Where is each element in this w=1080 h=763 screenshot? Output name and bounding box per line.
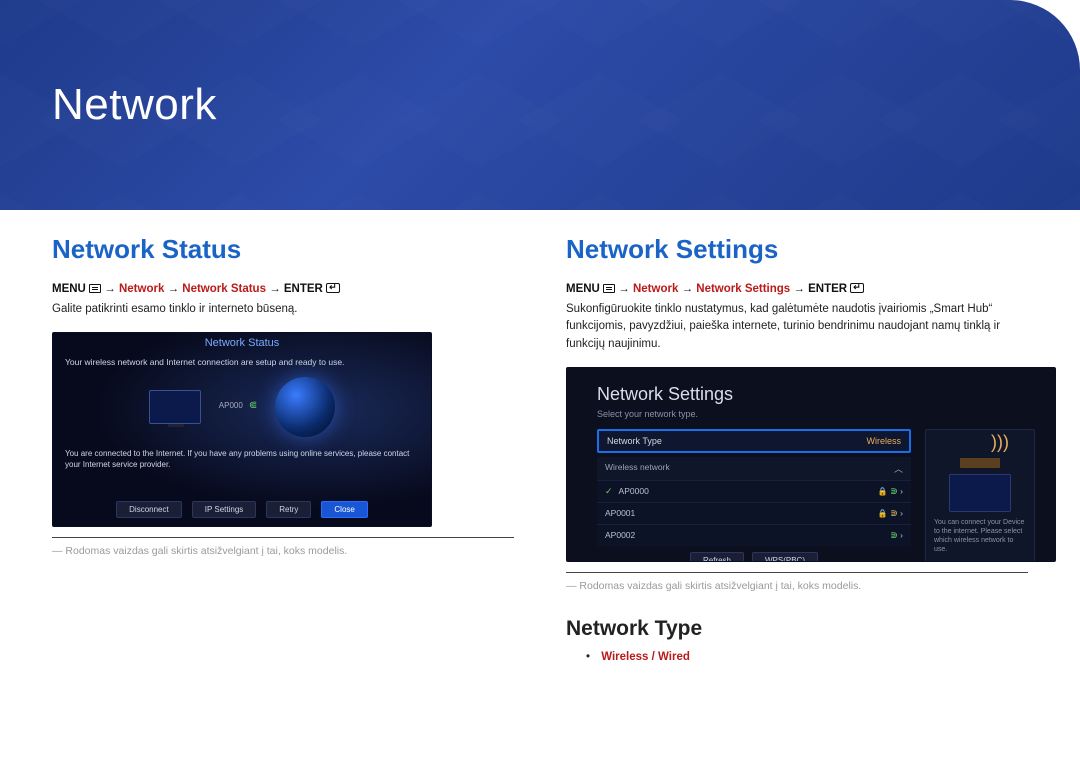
status-description: Galite patikrinti esamo tinklo ir intern…	[52, 301, 514, 318]
mock-settings-sub: Select your network type.	[597, 409, 1035, 419]
crumb-network-settings: Network Settings	[696, 283, 790, 295]
network-status-section: Network Status MENU → Network → Network …	[52, 234, 514, 663]
mock-status-msg2: You are connected to the Internet. If yo…	[53, 443, 431, 476]
network-settings-section: Network Settings MENU → Network → Networ…	[566, 234, 1028, 663]
wps-button[interactable]: WPS(PBC)	[752, 552, 818, 562]
chevron-right-icon: ›	[900, 486, 903, 496]
menu-label: MENU	[566, 283, 600, 295]
mock-status-title: Network Status	[53, 333, 431, 349]
section-heading-settings: Network Settings	[566, 234, 1028, 265]
breadcrumb-settings: MENU → Network → Network Settings → ENTE…	[566, 283, 1028, 295]
network-settings-screenshot: Network Settings Select your network typ…	[566, 367, 1056, 562]
disconnect-button[interactable]: Disconnect	[116, 501, 182, 518]
refresh-button[interactable]: Refresh	[690, 552, 744, 562]
divider	[52, 537, 514, 538]
chapter-title: Network	[52, 80, 1080, 130]
settings-description: Sukonfigūruokite tinklo nustatymus, kad …	[566, 301, 1028, 353]
chevron-up-icon[interactable]: ︿	[894, 462, 903, 475]
wifi-icon: ⋑	[890, 530, 898, 540]
option-wireless: Wireless	[601, 651, 648, 663]
network-type-heading: Network Type	[566, 617, 1028, 641]
tv-icon	[949, 474, 1011, 512]
option-wired: Wired	[658, 651, 690, 663]
check-icon: ✓	[605, 486, 613, 497]
close-button[interactable]: Close	[321, 501, 367, 518]
menu-icon	[89, 284, 101, 293]
globe-icon	[275, 377, 335, 437]
divider	[566, 572, 1028, 573]
wifi-row[interactable]: AP0001 🔒 ⋑ ›	[597, 502, 911, 524]
lock-icon: 🔒	[878, 509, 888, 518]
crumb-network: Network	[633, 283, 678, 295]
mock-settings-title: Network Settings	[597, 384, 1035, 405]
network-status-screenshot: Network Status Your wireless network and…	[52, 332, 432, 527]
retry-button[interactable]: Retry	[266, 501, 311, 518]
wifi-row[interactable]: AP0002 ⋑ ›	[597, 524, 911, 546]
wifi-icon: ⋑	[890, 508, 898, 518]
mock-ap-label: AP000	[219, 401, 243, 410]
network-type-options: • Wireless / Wired	[566, 651, 1028, 663]
ntype-value: Wireless	[866, 436, 901, 446]
page-content: Network Status MENU → Network → Network …	[0, 210, 1080, 663]
menu-label: MENU	[52, 283, 86, 295]
wireless-list-header: Wireless network ︿	[597, 457, 911, 480]
router-icon: )))	[955, 438, 1005, 468]
enter-label: ENTER	[808, 283, 847, 295]
network-type-selector[interactable]: Network Type Wireless	[597, 429, 911, 453]
enter-label: ENTER	[284, 283, 323, 295]
chevron-right-icon: ›	[900, 508, 903, 518]
ip-settings-button[interactable]: IP Settings	[192, 501, 257, 518]
chapter-banner: Network	[0, 0, 1080, 210]
mock-status-msg1: Your wireless network and Internet conne…	[53, 349, 431, 367]
section-heading-status: Network Status	[52, 234, 514, 265]
side-text: You can connect your Device to the inter…	[934, 518, 1026, 554]
wifi-icon: ⋑	[890, 486, 898, 496]
ntype-label: Network Type	[607, 436, 662, 446]
breadcrumb-status: MENU → Network → Network Status → ENTER	[52, 283, 514, 295]
menu-icon	[603, 284, 615, 293]
side-info-card: ))) You can connect your Device to the i…	[925, 429, 1035, 562]
crumb-network: Network	[119, 283, 164, 295]
enter-icon	[850, 283, 864, 293]
crumb-network-status: Network Status	[182, 283, 266, 295]
status-footnote: ― Rodomas vaizdas gali skirtis atsižvelg…	[52, 544, 514, 559]
settings-footnote: ― Rodomas vaizdas gali skirtis atsižvelg…	[566, 579, 1028, 594]
tv-icon	[149, 390, 201, 424]
wifi-icon: ⋐	[249, 400, 257, 411]
wifi-row[interactable]: ✓AP0000 🔒 ⋑ ›	[597, 480, 911, 502]
chevron-right-icon: ›	[900, 530, 903, 540]
lock-icon: 🔒	[878, 487, 888, 496]
enter-icon	[326, 283, 340, 293]
